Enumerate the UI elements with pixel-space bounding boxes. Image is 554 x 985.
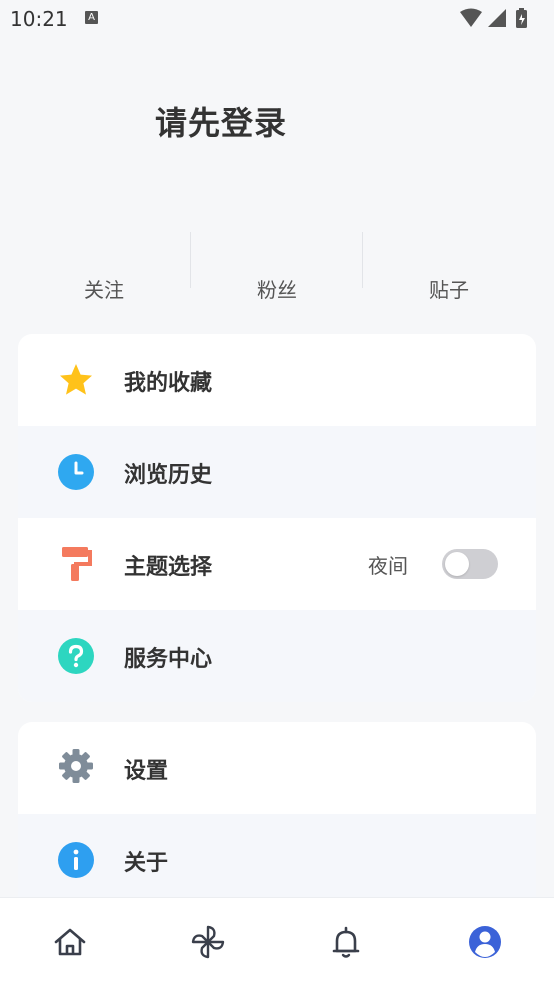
stats-bar: 关注 粉丝 贴子 <box>18 230 536 310</box>
stat-following[interactable]: 关注 <box>18 274 190 303</box>
menu-item-about[interactable]: 关于 <box>18 814 536 906</box>
help-icon <box>58 638 94 674</box>
clock-icon <box>58 454 94 490</box>
menu-label-theme: 主题选择 <box>124 555 213 580</box>
home-icon <box>50 922 90 962</box>
pinwheel-icon <box>188 922 228 962</box>
info-icon <box>58 842 94 878</box>
status-bar: 10:21 A <box>0 0 554 38</box>
bottom-nav <box>0 897 554 985</box>
stat-fans[interactable]: 粉丝 <box>191 274 363 303</box>
status-icons <box>458 8 544 30</box>
signal-icon <box>488 9 506 27</box>
nav-discover[interactable] <box>188 922 228 962</box>
menu-item-favorites[interactable]: 我的收藏 <box>18 334 536 426</box>
menu-card-secondary: 设置 关于 <box>18 722 536 922</box>
menu-label-favorites: 我的收藏 <box>124 371 213 396</box>
status-time: 10:21 <box>10 7 68 31</box>
toggle-knob <box>445 552 469 576</box>
menu-card-primary: 我的收藏 浏览历史 主题选择 夜间 服务中心 <box>18 334 536 702</box>
nav-home[interactable] <box>50 922 90 962</box>
menu-item-history[interactable]: 浏览历史 <box>18 426 536 518</box>
gear-icon <box>58 748 94 784</box>
stat-posts[interactable]: 贴子 <box>363 274 535 303</box>
profile-icon <box>465 922 505 962</box>
star-icon <box>58 362 94 398</box>
night-mode-label: 夜间 <box>368 554 408 578</box>
menu-item-theme[interactable]: 主题选择 夜间 <box>18 518 536 610</box>
menu-item-service[interactable]: 服务中心 <box>18 610 536 702</box>
bell-icon <box>326 922 366 962</box>
wifi-icon <box>460 8 482 27</box>
night-mode-toggle[interactable] <box>442 549 498 579</box>
menu-label-settings: 设置 <box>124 759 169 784</box>
notification-icon: A <box>85 11 98 24</box>
menu-label-service: 服务中心 <box>124 647 213 672</box>
paint-roller-icon <box>58 546 94 582</box>
menu-item-settings[interactable]: 设置 <box>18 722 536 814</box>
menu-label-history: 浏览历史 <box>124 463 213 488</box>
nav-notifications[interactable] <box>326 922 366 962</box>
battery-icon <box>516 8 527 28</box>
login-prompt[interactable]: 请先登录 <box>155 98 287 144</box>
nav-profile[interactable] <box>465 922 505 962</box>
menu-label-about: 关于 <box>124 851 169 876</box>
